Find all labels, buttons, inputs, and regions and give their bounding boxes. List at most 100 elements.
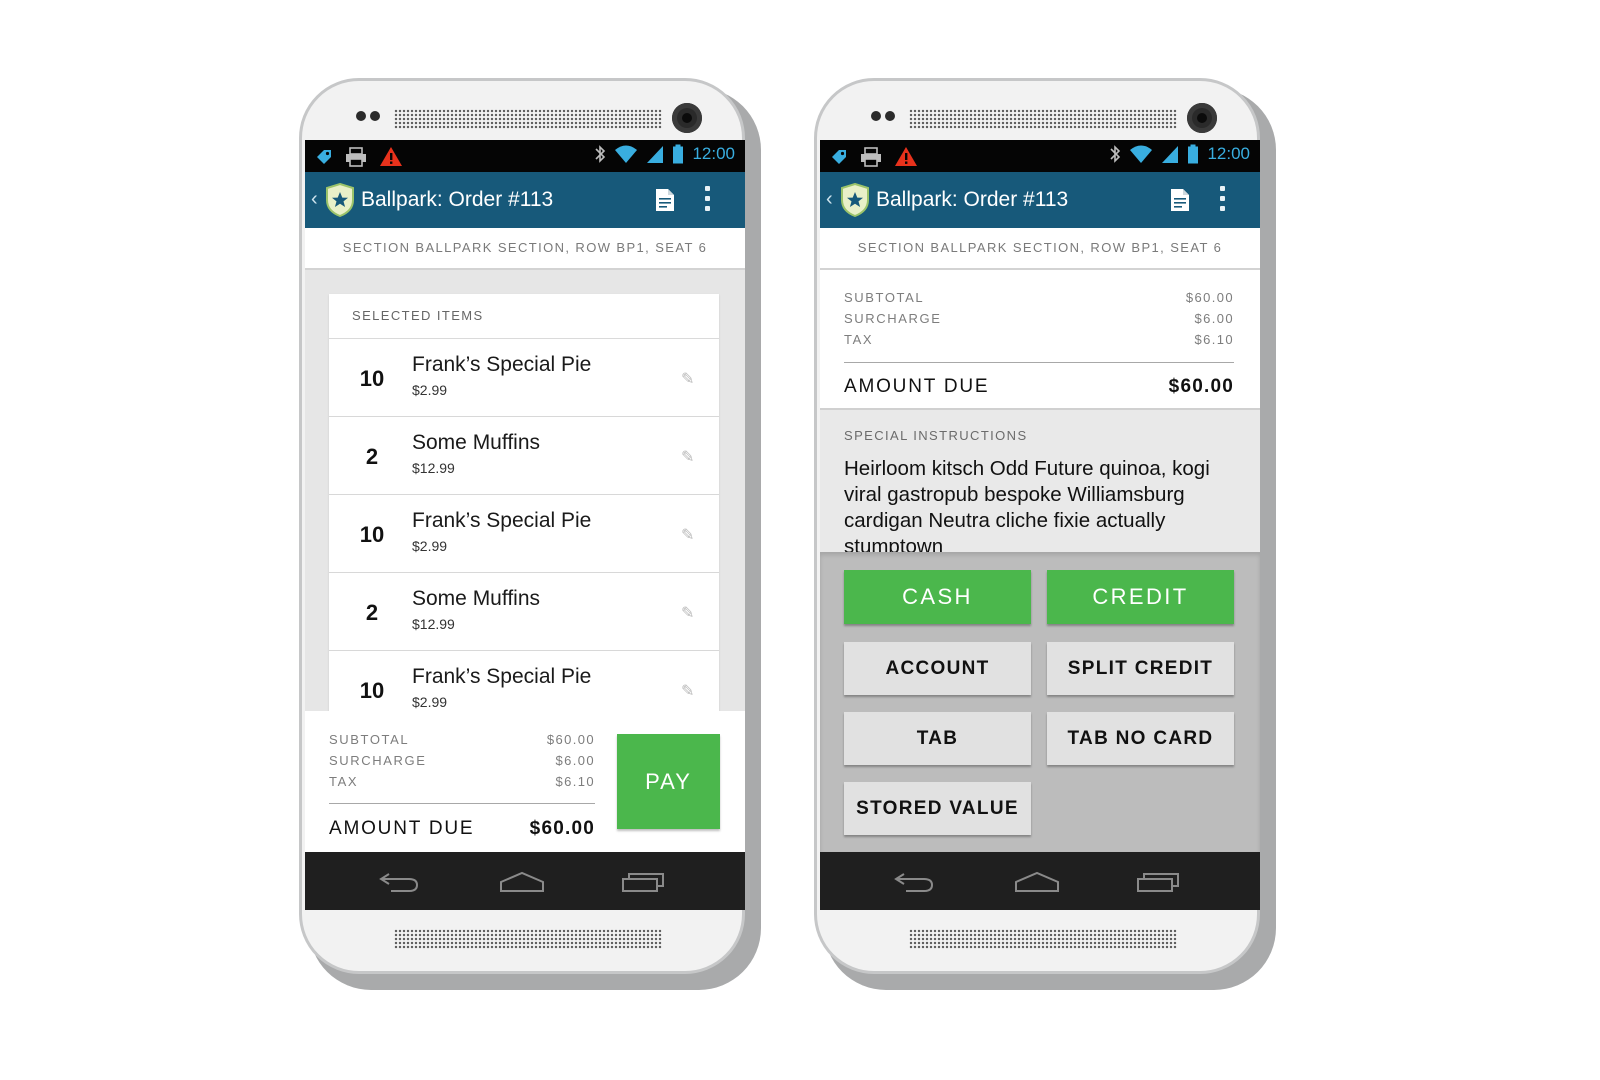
sensor-dots <box>871 111 895 121</box>
earpiece-speaker <box>909 109 1177 129</box>
warning-icon <box>380 147 402 166</box>
credit-button[interactable]: CREDIT <box>1047 570 1234 624</box>
pencil-icon[interactable]: ✎ <box>681 447 694 467</box>
surcharge-value: $6.00 <box>1194 311 1234 326</box>
surcharge-value: $6.00 <box>555 753 595 768</box>
system-nav-bar <box>820 852 1260 910</box>
pay-button[interactable]: PAY <box>617 734 720 829</box>
item-name: Some Muffins <box>412 587 540 610</box>
overflow-menu-icon[interactable] <box>705 186 710 211</box>
phone-order-screen: 12:00 ‹ Ballpark: Order #113 SECTION BAL… <box>299 78 761 990</box>
printer-icon <box>861 146 881 167</box>
nav-back-icon[interactable] <box>377 870 421 894</box>
sensor-dots <box>356 111 380 121</box>
pencil-icon[interactable]: ✎ <box>681 369 694 389</box>
subtotal-value: $60.00 <box>1185 290 1234 305</box>
order-summary-panel: SUBTOTAL $60.00 SURCHARGE $6.00 TAX $6.1… <box>820 270 1260 410</box>
phone-body: 12:00 ‹ Ballpark: Order #113 SECTION BAL… <box>814 78 1260 974</box>
special-instructions-text: Heirloom kitsch Odd Future quinoa, kogi … <box>844 457 1210 552</box>
account-button[interactable]: ACCOUNT <box>844 642 1031 695</box>
nav-recents-icon[interactable] <box>1136 870 1180 894</box>
selected-items-header: SELECTED ITEMS <box>329 294 719 339</box>
tab-button[interactable]: TAB <box>844 712 1031 765</box>
document-icon[interactable] <box>655 188 675 212</box>
tax-label: TAX <box>329 774 359 789</box>
screen: 12:00 ‹ Ballpark: Order #113 SECTION BAL… <box>820 140 1260 910</box>
tag-icon <box>832 149 846 164</box>
surcharge-label: SURCHARGE <box>844 311 942 326</box>
front-camera <box>1187 103 1217 133</box>
item-name: Some Muffins <box>412 431 540 454</box>
item-quantity: 10 <box>359 522 385 547</box>
signal-icon <box>647 146 664 163</box>
list-item[interactable]: 2 Some Muffins $12.99 ✎ <box>329 573 719 651</box>
list-item[interactable]: 10 Frank’s Special Pie $2.99 ✎ <box>329 651 719 712</box>
shield-logo-icon <box>326 183 354 217</box>
totals-divider <box>844 362 1234 363</box>
printer-icon <box>346 146 366 167</box>
special-instructions: SPECIAL INSTRUCTIONS Heirloom kitsch Odd… <box>820 410 1260 552</box>
item-price: $12.99 <box>412 460 455 476</box>
status-time: 12:00 <box>1207 144 1250 163</box>
item-price: $2.99 <box>412 694 448 710</box>
seat-location: SECTION BALLPARK SECTION, ROW BP1, SEAT … <box>820 228 1260 270</box>
subtotal-label: SUBTOTAL <box>844 290 925 305</box>
stored-value-button[interactable]: STORED VALUE <box>844 782 1031 835</box>
item-name: Frank’s Special Pie <box>412 665 592 688</box>
nav-home-icon[interactable] <box>499 870 545 894</box>
screen: 12:00 ‹ Ballpark: Order #113 SECTION BAL… <box>305 140 745 910</box>
pencil-icon[interactable]: ✎ <box>681 525 694 545</box>
tax-value: $6.10 <box>555 774 595 789</box>
wifi-icon <box>1130 145 1153 163</box>
list-item[interactable]: 10 Frank’s Special Pie $2.99 ✎ <box>329 495 719 573</box>
phone-payment-screen: 12:00 ‹ Ballpark: Order #113 SECTION BAL… <box>814 78 1276 990</box>
battery-icon <box>673 144 684 164</box>
overflow-menu-icon[interactable] <box>1220 186 1225 211</box>
nav-back-icon[interactable] <box>892 870 936 894</box>
back-chevron-icon[interactable]: ‹ <box>311 188 318 211</box>
signal-icon <box>1162 146 1179 163</box>
item-name: Frank’s Special Pie <box>412 509 592 532</box>
amount-due-value: $60.00 <box>1168 376 1234 397</box>
pencil-icon[interactable]: ✎ <box>681 681 694 701</box>
back-chevron-icon[interactable]: ‹ <box>826 188 833 211</box>
subtotal-value: $60.00 <box>546 732 595 747</box>
seat-location: SECTION BALLPARK SECTION, ROW BP1, SEAT … <box>305 228 745 270</box>
nav-recents-icon[interactable] <box>621 870 665 894</box>
item-price: $2.99 <box>412 382 448 398</box>
item-price: $12.99 <box>412 616 455 632</box>
tab-no-card-button[interactable]: TAB NO CARD <box>1047 712 1234 765</box>
tender-options-panel: CASH CREDIT ACCOUNT SPLIT CREDIT TAB TAB… <box>820 552 1260 852</box>
app-bar: ‹ Ballpark: Order #113 <box>305 172 745 228</box>
amount-due-label: AMOUNT DUE <box>329 818 475 839</box>
document-icon[interactable] <box>1170 188 1190 212</box>
system-nav-bar <box>305 852 745 910</box>
status-time: 12:00 <box>692 144 735 163</box>
front-camera <box>672 103 702 133</box>
nav-home-icon[interactable] <box>1014 870 1060 894</box>
pencil-icon[interactable]: ✎ <box>681 603 694 623</box>
subtotal-label: SUBTOTAL <box>329 732 410 747</box>
shield-logo-icon <box>841 183 869 217</box>
phone-body: 12:00 ‹ Ballpark: Order #113 SECTION BAL… <box>299 78 745 974</box>
battery-icon <box>1188 144 1199 164</box>
page-title: Ballpark: Order #113 <box>361 188 554 211</box>
bottom-speaker <box>909 929 1177 949</box>
wifi-icon <box>615 145 638 163</box>
page-title: Ballpark: Order #113 <box>876 188 1069 211</box>
bluetooth-icon <box>595 145 606 163</box>
item-quantity: 10 <box>359 366 385 391</box>
earpiece-speaker <box>394 109 662 129</box>
special-instructions-label: SPECIAL INSTRUCTIONS <box>844 428 1028 443</box>
cash-button[interactable]: CASH <box>844 570 1031 624</box>
list-item[interactable]: 2 Some Muffins $12.99 ✎ <box>329 417 719 495</box>
item-quantity: 2 <box>365 444 379 469</box>
bluetooth-icon <box>1110 145 1121 163</box>
surcharge-label: SURCHARGE <box>329 753 427 768</box>
status-bar: 12:00 <box>305 140 745 172</box>
split-credit-button[interactable]: SPLIT CREDIT <box>1047 642 1234 695</box>
list-item[interactable]: 10 Frank’s Special Pie $2.99 ✎ <box>329 339 719 417</box>
app-bar: ‹ Ballpark: Order #113 <box>820 172 1260 228</box>
amount-due-label: AMOUNT DUE <box>844 376 990 397</box>
tag-icon <box>317 149 331 164</box>
